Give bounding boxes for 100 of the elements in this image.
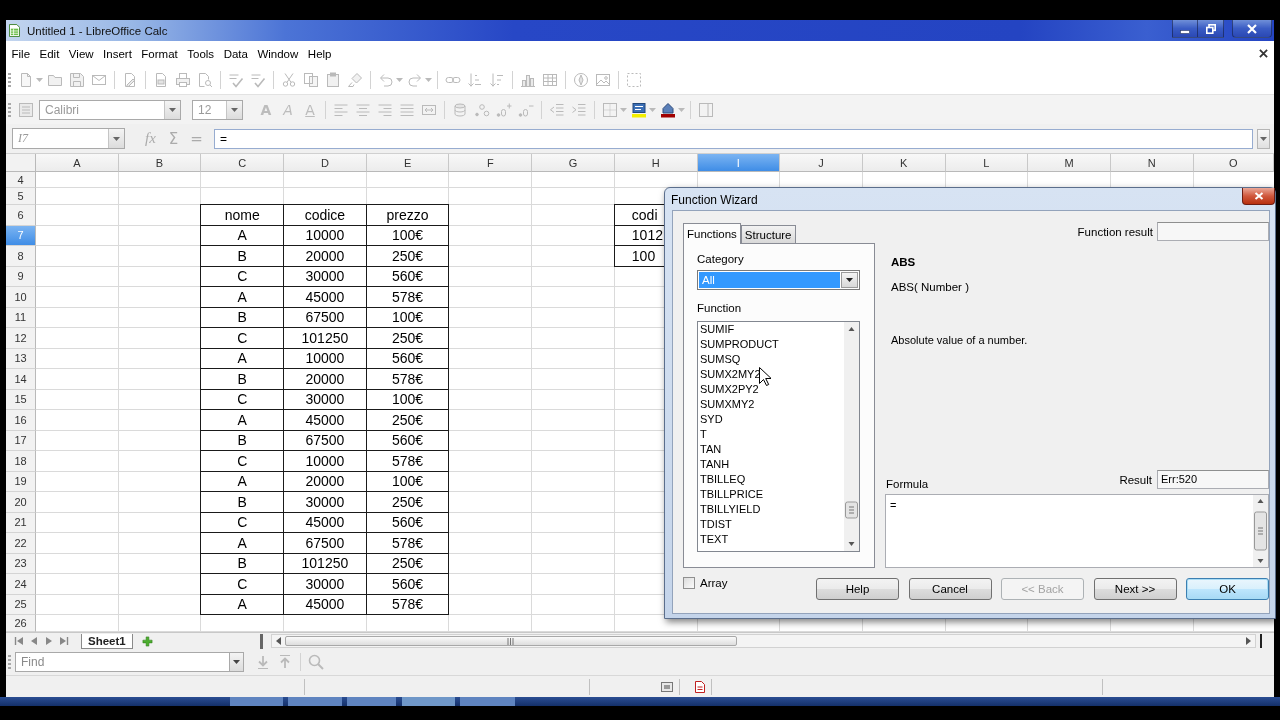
sheet-tab[interactable]: Sheet1 [81,633,133,649]
dialog-button[interactable]: Cancel [908,578,992,600]
minimize-button[interactable] [1172,20,1198,38]
menu-item[interactable]: Data [219,44,253,63]
list-item[interactable]: TBILLEQ [698,472,844,487]
column-header[interactable]: L [945,154,1029,172]
skip-right-icon[interactable] [59,636,69,646]
row-header[interactable]: 18 [6,451,36,472]
row-header[interactable]: 14 [6,369,36,390]
list-item[interactable]: T [698,427,844,442]
dropdown-button[interactable] [229,652,244,672]
row-header[interactable]: 15 [6,389,36,410]
column-header[interactable]: G [532,154,615,172]
menu-item[interactable]: Insert [98,44,137,63]
row-header[interactable]: 13 [6,348,36,369]
select-all-corner[interactable] [6,154,36,172]
scrollbar-thumb[interactable] [284,636,737,646]
expand-button[interactable] [1257,128,1270,149]
close-button[interactable] [1242,188,1275,205]
column-header[interactable]: N [1110,154,1194,172]
list-item[interactable]: TAN [698,442,844,457]
menu-item[interactable]: Help [303,44,336,63]
row-header[interactable]: 10 [6,287,36,308]
menu-item[interactable]: Tools [182,44,219,63]
array-checkbox[interactable] [683,577,695,589]
skip-left-icon[interactable] [14,636,24,646]
field-label: Formula [886,477,929,490]
menu-item[interactable]: Edit [35,44,64,63]
dialog-button[interactable]: Next >> [1093,578,1177,600]
list-item[interactable]: TEXT [698,532,844,547]
table-cell: A [200,225,285,246]
row-header[interactable]: 4 [6,172,36,188]
horizontal-scrollbar[interactable] [270,634,1256,648]
list-item[interactable]: TBILLPRICE [698,487,844,502]
row-header[interactable]: 19 [6,471,36,492]
list-item[interactable]: SUMX2PY2 [698,382,844,397]
dialog-button[interactable]: OK [1186,578,1269,600]
menu-item[interactable]: View [64,44,99,63]
column-header[interactable]: E [366,154,450,172]
list-item[interactable]: SUMXMY2 [698,397,844,412]
arrow-left-icon[interactable] [29,636,39,646]
list-item[interactable]: SUMSQ [698,352,844,367]
column-header[interactable]: J [780,154,863,172]
tab[interactable]: Structure [740,225,796,243]
close-document-button[interactable] [1257,47,1270,60]
menu-item[interactable]: Format [136,44,183,63]
restore-button[interactable] [1198,20,1224,38]
dialog-button[interactable]: Help [816,578,899,600]
column-header[interactable]: A [36,154,119,172]
column-header[interactable]: O [1193,154,1274,172]
list-item[interactable]: TBILLYIELD [698,502,844,517]
toolbar-grip[interactable] [8,654,11,670]
row-header[interactable]: 20 [6,492,36,513]
arrow-left-icon[interactable] [275,637,281,645]
column-header[interactable]: F [449,154,533,172]
plus-icon[interactable] [141,635,153,647]
list-item[interactable]: SUMPRODUCT [698,337,844,352]
page-icon [695,680,705,693]
column-header[interactable]: D [284,154,367,172]
row-header[interactable]: 17 [6,430,36,451]
row-header[interactable]: 5 [6,188,36,205]
checkbox-label: Array [700,577,728,589]
row-header[interactable]: 26 [6,615,36,632]
list-item[interactable]: TDIST [698,517,844,532]
row-header[interactable]: 11 [6,307,36,328]
list-item[interactable]: TANH [698,457,844,472]
row-header[interactable]: 23 [6,553,36,574]
row-header[interactable]: 9 [6,266,36,287]
row-header[interactable]: 12 [6,328,36,349]
list-item[interactable]: SYD [698,412,844,427]
column-header[interactable]: M [1028,154,1111,172]
list-item[interactable]: SUMIF [698,322,844,337]
row-header[interactable]: 21 [6,512,36,533]
menu-item[interactable]: Window [252,44,303,63]
row-header[interactable]: 22 [6,533,36,554]
column-header[interactable]: C [201,154,285,172]
row-header[interactable]: 8 [6,246,36,267]
toolbar-grip[interactable] [8,101,11,118]
list-item[interactable]: SUMX2MY2 [698,367,844,382]
formula-field[interactable]: = [885,494,1269,568]
column-header[interactable]: K [862,154,946,172]
row-header[interactable]: 6 [6,205,36,226]
table-cell: A [200,348,285,369]
row-header[interactable]: 25 [6,594,36,615]
toolbar-grip[interactable] [8,72,11,88]
splitter-handle[interactable] [259,633,263,649]
menu-item[interactable]: File [7,44,35,63]
arrow-right-icon[interactable] [44,636,54,646]
function-list[interactable]: SUMIF SUMPRODUCT SUMSQ SUMX2MY2 SUMX2PY2 SUMXMY2 SYD T TAN TANH TBILLEQ TBILLPRICE TBILLYIELD TDIST TEXT [697,321,860,552]
splitter-handle[interactable] [1259,634,1262,648]
row-header[interactable]: 16 [6,410,36,431]
close-icon [1259,49,1268,58]
tab[interactable]: Functions [683,223,741,244]
vertical-scrollbar[interactable] [844,322,859,551]
close-button[interactable] [1232,20,1272,38]
row-header[interactable]: 24 [6,574,36,595]
column-header[interactable]: B [118,154,202,172]
vertical-scrollbar[interactable] [1253,495,1268,567]
arrow-right-icon[interactable] [1245,637,1251,645]
column-header[interactable]: H [614,154,698,172]
